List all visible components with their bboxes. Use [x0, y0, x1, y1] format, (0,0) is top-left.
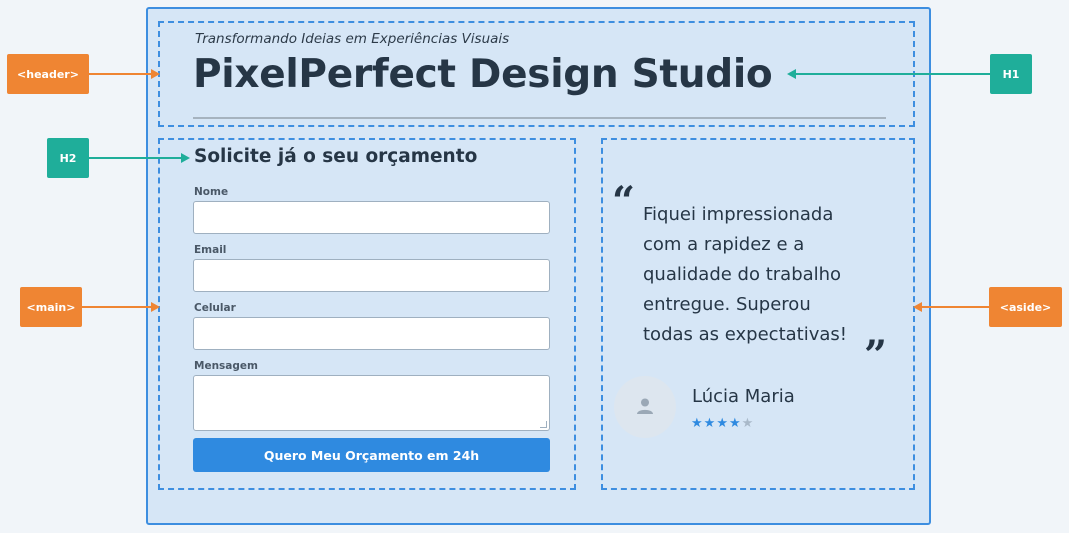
- h2-arrowhead: [181, 153, 190, 163]
- h1-arrowhead: [787, 69, 796, 79]
- main-arrowhead: [151, 302, 160, 312]
- aside-arrowhead: [913, 302, 922, 312]
- annotation-arrows: [82, 69, 990, 312]
- header-arrowhead: [151, 69, 160, 79]
